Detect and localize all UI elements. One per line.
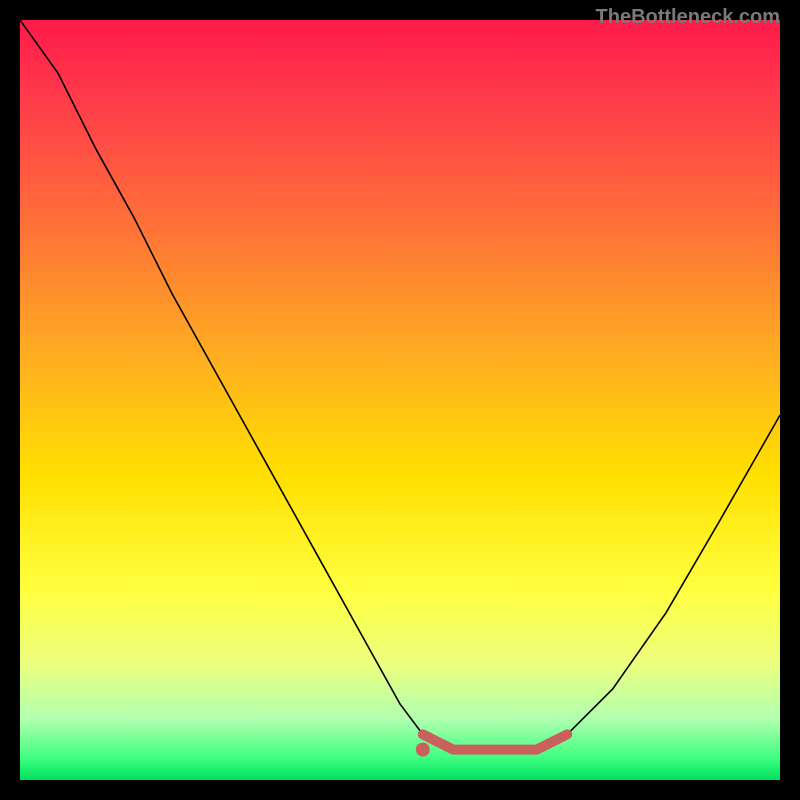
plot-area — [20, 20, 780, 780]
optimal-range-highlight — [423, 734, 567, 749]
bottleneck-curve — [20, 20, 780, 750]
attribution-text: TheBottleneck.com — [596, 6, 780, 29]
chart-overlay — [20, 20, 780, 780]
chart-container: TheBottleneck.com — [0, 0, 800, 800]
optimal-point-dot — [416, 743, 430, 757]
